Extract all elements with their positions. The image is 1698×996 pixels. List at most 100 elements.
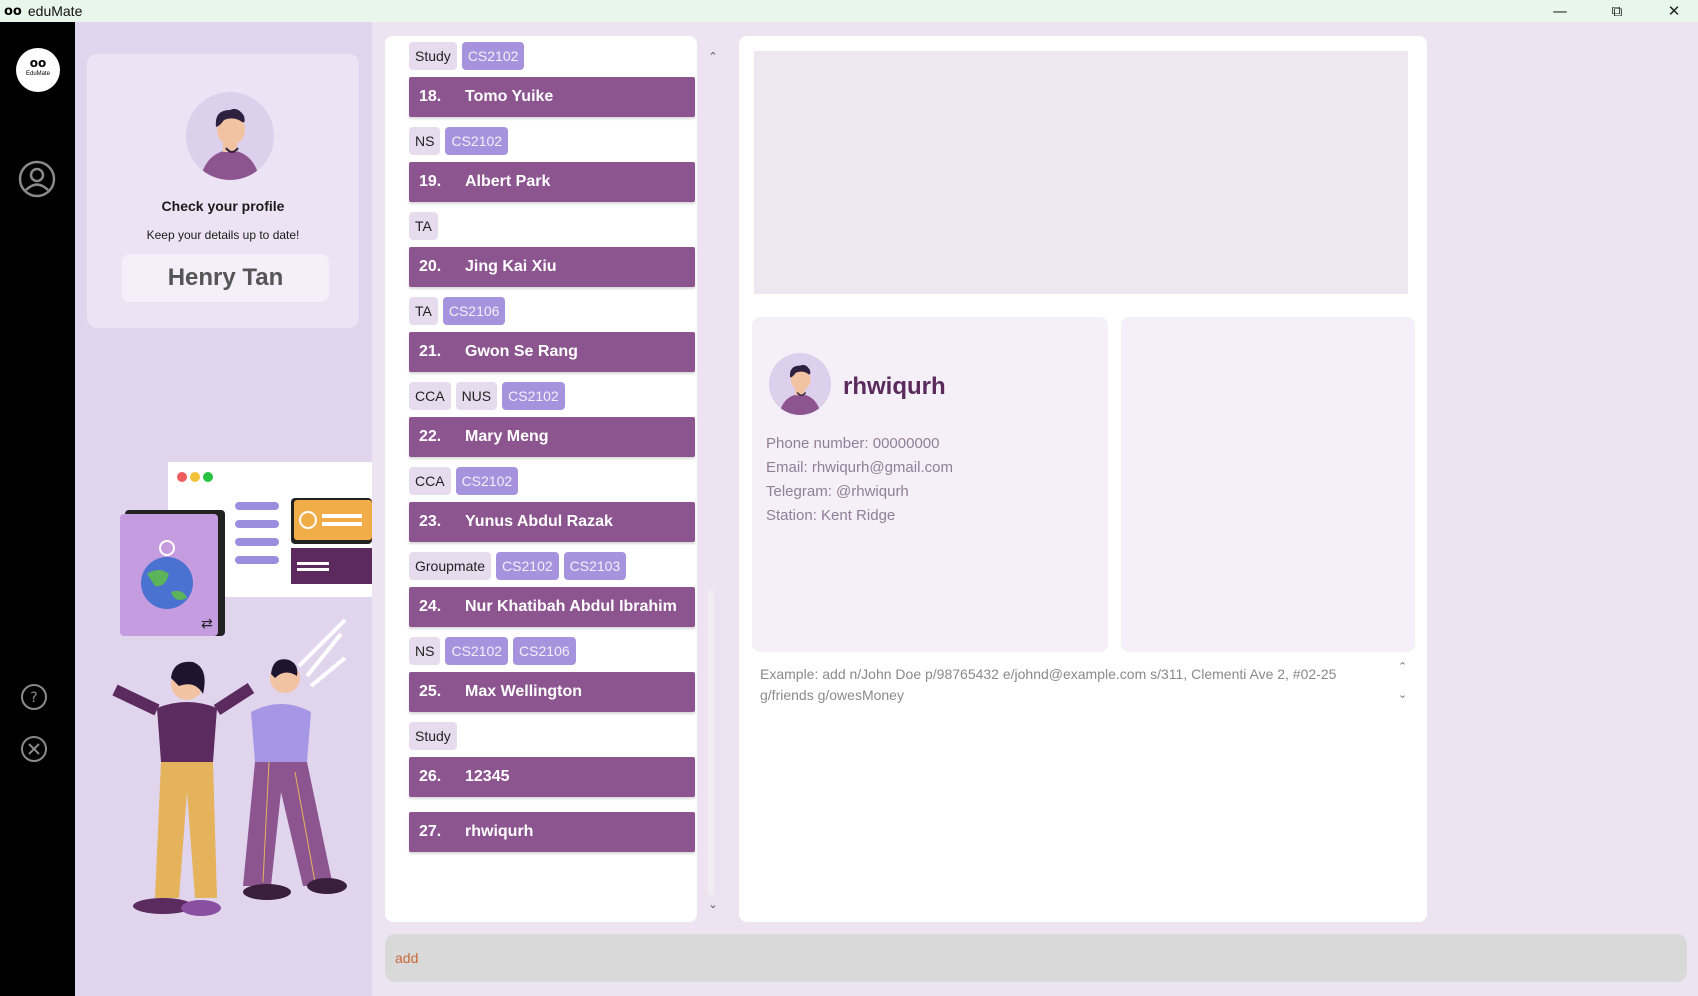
tag-row: CCA NUS CS2102 <box>409 376 695 416</box>
category-tag: Study <box>409 722 457 750</box>
detail-phone: Phone number: 00000000 <box>766 435 940 452</box>
detail-station: Station: Kent Ridge <box>766 507 896 524</box>
contact-index: 21. <box>419 343 442 360</box>
tag-row: Study CS2102 <box>409 36 695 76</box>
contact-card[interactable]: 25. Max Wellington <box>409 672 695 712</box>
scroll-down-icon[interactable]: ⌄ <box>706 898 720 912</box>
contact-index: 25. <box>419 683 442 700</box>
category-tag: TA <box>409 212 438 240</box>
category-tag: CCA <box>409 382 451 410</box>
tag-row: Study <box>409 716 695 756</box>
profile-icon[interactable] <box>17 159 57 199</box>
help-icon[interactable]: ? <box>19 682 49 712</box>
decorative-illustration-icon: ⇄ <box>112 462 372 916</box>
contact-list-panel[interactable]: Study CS2102 18. Tomo Yuike NS CS2102 19. Alber… <box>385 36 697 922</box>
category-tag: NS <box>409 637 441 665</box>
category-tag: NUS <box>455 382 498 410</box>
tag-row: NS CS2102 <box>409 121 695 161</box>
tag-row: Groupmate CS2102 CS2103 <box>409 546 695 586</box>
tag-row: TA CS2106 <box>409 291 695 331</box>
contact-index: 18. <box>419 88 442 105</box>
module-tag: CS2102 <box>496 552 559 580</box>
contact-index: 24. <box>419 598 442 615</box>
category-tag: NS <box>409 127 441 155</box>
contact-card[interactable]: 22. Mary Meng <box>409 417 695 457</box>
contact-card[interactable]: 27. rhwiqurh <box>409 812 695 852</box>
profile-name[interactable]: Henry Tan <box>122 254 329 302</box>
side-info-card <box>1121 317 1415 652</box>
tag-row: CCA CS2102 <box>409 461 695 501</box>
contact-index: 23. <box>419 513 442 530</box>
module-tag: CS2102 <box>445 637 509 665</box>
sidebar-logo: oo EduMate <box>16 48 60 92</box>
module-tag: CS2103 <box>563 552 627 580</box>
module-tag: CS2102 <box>455 467 519 495</box>
person-detail-card: rhwiqurh Phone number: 00000000 Email: r… <box>752 317 1108 652</box>
sidebar: oo EduMate ? <box>0 22 75 996</box>
module-tag: CS2106 <box>513 637 576 665</box>
contact-name: Tomo Yuike <box>465 88 554 105</box>
module-tag: CS2102 <box>461 42 525 70</box>
module-tag: CS2102 <box>502 382 565 410</box>
contact-index: 20. <box>419 258 442 275</box>
result-scroll-up-icon[interactable]: ⌃ <box>1398 660 1407 673</box>
category-tag: Groupmate <box>409 552 492 580</box>
contact-name: Nur Khatibah Abdul Ibrahim <box>465 598 677 615</box>
contact-name: Jing Kai Xiu <box>465 258 557 275</box>
category-tag: CCA <box>409 467 451 495</box>
contact-card[interactable]: 19. Albert Park <box>409 162 695 202</box>
profile-panel: Check your profile Keep your details up … <box>75 22 372 996</box>
detail-panel: rhwiqurh Phone number: 00000000 Email: r… <box>739 36 1427 922</box>
profile-card: Check your profile Keep your details up … <box>87 54 359 328</box>
detail-avatar <box>769 353 831 415</box>
contact-card[interactable]: 24. Nur Khatibah Abdul Ibrahim <box>409 587 695 627</box>
detail-name: rhwiqurh <box>843 373 946 400</box>
contact-index: 27. <box>419 823 442 840</box>
tag-row: TA <box>409 206 695 246</box>
category-tag: TA <box>409 297 438 325</box>
detail-email: Email: rhwiqurh@gmail.com <box>766 459 953 476</box>
contact-card[interactable]: 23. Yunus Abdul Razak <box>409 502 695 542</box>
contact-name: Albert Park <box>465 173 551 190</box>
command-box <box>385 934 1687 982</box>
profile-subtitle: Keep your details up to date! <box>146 228 300 242</box>
contact-name: rhwiqurh <box>465 823 534 840</box>
person-illustration-icon <box>778 364 822 415</box>
profile-title: Check your profile <box>161 198 285 214</box>
result-scroll-down-icon[interactable]: ⌄ <box>1398 688 1407 701</box>
scroll-up-icon[interactable]: ⌃ <box>706 50 720 64</box>
contact-card[interactable]: 20. Jing Kai Xiu <box>409 247 695 287</box>
module-tag: CS2106 <box>442 297 506 325</box>
contact-name: Max Wellington <box>465 683 583 700</box>
contact-index: 19. <box>419 173 442 190</box>
tag-row: NS CS2102 CS2106 <box>409 631 695 671</box>
scrollbar[interactable] <box>708 590 714 895</box>
detail-telegram: Telegram: @rhwiqurh <box>766 483 909 500</box>
contact-name: Gwon Se Rang <box>465 343 578 360</box>
person-illustration-icon <box>200 108 260 180</box>
contact-card[interactable]: 21. Gwon Se Rang <box>409 332 695 372</box>
contact-name: Yunus Abdul Razak <box>465 513 613 530</box>
window-titlebar: oo eduMate <box>0 0 1698 22</box>
contact-card[interactable]: 18. Tomo Yuike <box>409 77 695 117</box>
svg-text:?: ? <box>30 690 37 706</box>
command-input[interactable] <box>395 934 1675 982</box>
contact-list: Study CS2102 18. Tomo Yuike NS CS2102 19. Alber… <box>409 36 695 866</box>
result-display: Example: add n/John Doe p/98765432 e/joh… <box>760 666 1337 703</box>
avatar <box>186 92 274 180</box>
category-tag: Study <box>409 42 457 70</box>
contact-index: 22. <box>419 428 442 445</box>
module-tag: CS2102 <box>445 127 509 155</box>
close-icon[interactable]: ✕ <box>1646 0 1698 22</box>
svg-text:⇄: ⇄ <box>201 616 213 632</box>
app-logo-icon: oo <box>4 3 22 19</box>
contact-name: 12345 <box>465 768 510 785</box>
exit-icon[interactable] <box>19 734 49 764</box>
contact-name: Mary Meng <box>465 428 549 445</box>
overview-box <box>754 51 1408 294</box>
restore-icon[interactable]: ⧉ <box>1589 0 1645 22</box>
contact-card[interactable]: 26. 12345 <box>409 757 695 797</box>
minimize-icon[interactable]: — <box>1532 0 1588 22</box>
